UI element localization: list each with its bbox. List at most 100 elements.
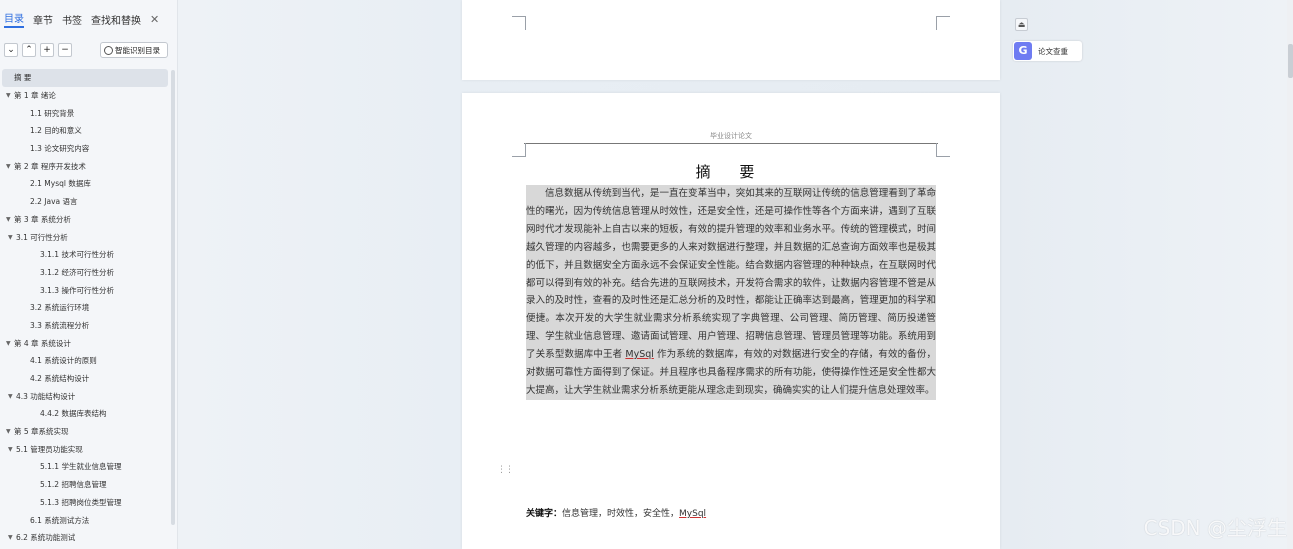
toc-item[interactable]: ▼ 5.1 管理员功能实现: [0, 440, 170, 458]
toc-item-label: 4.3 功能结构设计: [16, 391, 76, 401]
caret-down-icon[interactable]: ▼: [6, 340, 14, 347]
toc-item-label: 1.3 论文研究内容: [30, 144, 90, 154]
toc-item-label: 2.2 Java 语言: [30, 197, 78, 207]
toc-item-label: 2.1 Mysql 数据库: [30, 179, 91, 189]
caret-down-icon[interactable]: ▼: [6, 163, 14, 170]
toc-item[interactable]: 1.2 目的和意义: [0, 122, 170, 140]
toc-item-label: 5.1.1 学生就业信息管理: [40, 462, 122, 472]
toc-item-label: 第 5 章系统实现: [14, 427, 69, 437]
toc-item-label: 3.1.2 经济可行性分析: [40, 267, 114, 277]
toc-item-label: 第 1 章 绪论: [14, 91, 56, 101]
toc-item[interactable]: ▼ 6.2 系统功能测试: [0, 529, 170, 547]
toc-item-label: 3.1 可行性分析: [16, 232, 68, 242]
app-window: 目录 章节 书签 查找和替换 ✕ ⌄ ⌃ + − 智能识别目录 摘 要 ▼ 第 1 …: [0, 0, 1293, 549]
tab-find-replace[interactable]: 查找和替换: [91, 12, 141, 27]
toc-item-label: 3.1.1 技术可行性分析: [40, 250, 114, 260]
toc-item[interactable]: ▼ 3.1 可行性分析: [0, 228, 170, 246]
toc-item[interactable]: 2.1 Mysql 数据库: [0, 175, 170, 193]
caret-down-icon[interactable]: ▼: [8, 234, 16, 241]
drag-handle-icon[interactable]: ⋮⋮: [497, 465, 514, 475]
toc-item[interactable]: 5.1.2 招聘信息管理: [0, 476, 170, 494]
scrollbar-thumb[interactable]: [1288, 44, 1293, 78]
vertical-scrollbar[interactable]: [1287, 0, 1293, 549]
toc-item[interactable]: 5.1.1 学生就业信息管理: [0, 458, 170, 476]
tab-chapters[interactable]: 章节: [33, 12, 53, 27]
toc-item[interactable]: 4.4.2 数据库表结构: [0, 405, 170, 423]
toc-item[interactable]: 4.1 系统设计的原则: [0, 352, 170, 370]
toc-item-label: 5.1.2 招聘信息管理: [40, 480, 107, 490]
toc-item[interactable]: 3.1.1 技术可行性分析: [0, 246, 170, 264]
toc-item[interactable]: ▼ 第 1 章 绪论: [0, 87, 170, 105]
watermark: CSDN @尘浮生: [1143, 516, 1287, 540]
toc-item-label: 4.1 系统设计的原则: [30, 356, 97, 366]
toc-item[interactable]: ▼ 第 5 章系统实现: [0, 423, 170, 441]
toc-item-label: 4.2 系统结构设计: [30, 374, 90, 384]
toc-item-label: 4.4.2 数据库表结构: [40, 409, 107, 419]
document-page-abstract[interactable]: 毕业设计论文 摘 要 信息数据从传统到当代，是一直在变革当中，突如其来的互联网让…: [462, 93, 1000, 549]
abstract-paragraph[interactable]: 信息数据从传统到当代，是一直在变革当中，突如其来的互联网让传统的信息管理看到了革…: [526, 185, 936, 400]
caret-down-icon[interactable]: ▼: [6, 428, 14, 435]
keywords-mysql: MySql: [679, 509, 707, 519]
header-rule: [524, 143, 938, 144]
toc-item[interactable]: 摘 要: [2, 69, 168, 87]
toc-item-label: 6.2 系统功能测试: [16, 533, 76, 543]
expand-button[interactable]: ⌃: [22, 43, 36, 57]
abstract-text: 信息数据从传统到当代，是一直在变革当中，突如其来的互联网让传统的信息管理看到了革…: [526, 188, 936, 361]
keywords-line: 关键字：信息管理，时效性，安全性，MySql: [526, 506, 706, 519]
smart-toc-label: 智能识别目录: [115, 45, 160, 55]
page-header: 毕业设计论文: [710, 132, 752, 140]
caret-down-icon[interactable]: ▼: [8, 393, 16, 400]
toc-item[interactable]: 3.1.2 经济可行性分析: [0, 264, 170, 282]
toc-item-label: 第 3 章 系统分析: [14, 214, 71, 224]
toc-item-label: 第 2 章 程序开发技术: [14, 161, 86, 171]
keywords-label: 关键字：: [526, 509, 563, 519]
close-panel-icon[interactable]: ✕: [150, 13, 159, 26]
toc-item[interactable]: ▼ 4.3 功能结构设计: [0, 387, 170, 405]
abstract-mysql: MySql: [625, 349, 654, 361]
toc-item-label: 第 4 章 系统设计: [14, 338, 71, 348]
essay-check-button[interactable]: G 论文查重: [1013, 41, 1082, 61]
caret-down-icon[interactable]: ▼: [8, 534, 16, 541]
toc-item[interactable]: 3.3 系统流程分析: [0, 317, 170, 335]
crop-mark: [512, 143, 526, 157]
keywords-text: 信息管理，时效性，安全性，: [562, 509, 680, 519]
caret-down-icon[interactable]: ▼: [6, 92, 14, 99]
crop-mark: [936, 16, 950, 30]
toc-item-label: 6.1 系统测试方法: [30, 515, 90, 525]
collapse-button[interactable]: ⌄: [4, 43, 18, 57]
smart-toc-button[interactable]: 智能识别目录: [100, 42, 168, 58]
toc-item-label: 1.1 研究背景: [30, 108, 75, 118]
tab-toc[interactable]: 目录: [4, 10, 24, 28]
toc-item[interactable]: ▼ 第 2 章 程序开发技术: [0, 157, 170, 175]
toc-item-label: 5.1.3 招聘岗位类型管理: [40, 497, 122, 507]
toc-item[interactable]: 3.2 系统运行环境: [0, 299, 170, 317]
toc-item-label: 摘 要: [14, 73, 32, 83]
toc-item[interactable]: ▼ 第 3 章 系统分析: [0, 211, 170, 229]
eject-icon[interactable]: ⏏: [1015, 18, 1028, 31]
toc-item-label: 5.1 管理员功能实现: [16, 444, 83, 454]
toc-item[interactable]: 1.3 论文研究内容: [0, 140, 170, 158]
toc-item[interactable]: 6.1 系统测试方法: [0, 511, 170, 529]
toc-item-label: 3.3 系统流程分析: [30, 320, 90, 330]
toc-item[interactable]: ▼ 第 4 章 系统设计: [0, 334, 170, 352]
crop-mark: [936, 143, 950, 157]
toc-item[interactable]: 4.2 系统结构设计: [0, 370, 170, 388]
document-page-previous: [462, 0, 1000, 80]
panel-tabs: 目录 章节 书签 查找和替换 ✕: [4, 10, 159, 28]
toc-item[interactable]: 1.1 研究背景: [0, 104, 170, 122]
tab-bookmarks[interactable]: 书签: [62, 12, 82, 27]
crop-mark: [512, 16, 526, 30]
toc-list: 摘 要 ▼ 第 1 章 绪论 1.1 研究背景 1.2 目的和意义 1.3 论文研究内容 ▼…: [0, 69, 170, 547]
remove-heading-button[interactable]: −: [58, 43, 72, 57]
toc-item[interactable]: 3.1.3 操作可行性分析: [0, 281, 170, 299]
add-heading-button[interactable]: +: [40, 43, 54, 57]
caret-down-icon[interactable]: ▼: [6, 216, 14, 223]
toc-item[interactable]: 2.2 Java 语言: [0, 193, 170, 211]
navigation-panel: 目录 章节 书签 查找和替换 ✕ ⌄ ⌃ + − 智能识别目录 摘 要 ▼ 第 1 …: [0, 0, 178, 549]
toc-item-label: 1.2 目的和意义: [30, 126, 82, 136]
toc-scrollbar[interactable]: [171, 70, 175, 525]
toc-item[interactable]: 5.1.3 招聘岗位类型管理: [0, 494, 170, 512]
caret-down-icon[interactable]: ▼: [8, 446, 16, 453]
toc-toolbar: ⌄ ⌃ + −: [4, 42, 72, 58]
toc-item-label: 3.2 系统运行环境: [30, 303, 90, 313]
